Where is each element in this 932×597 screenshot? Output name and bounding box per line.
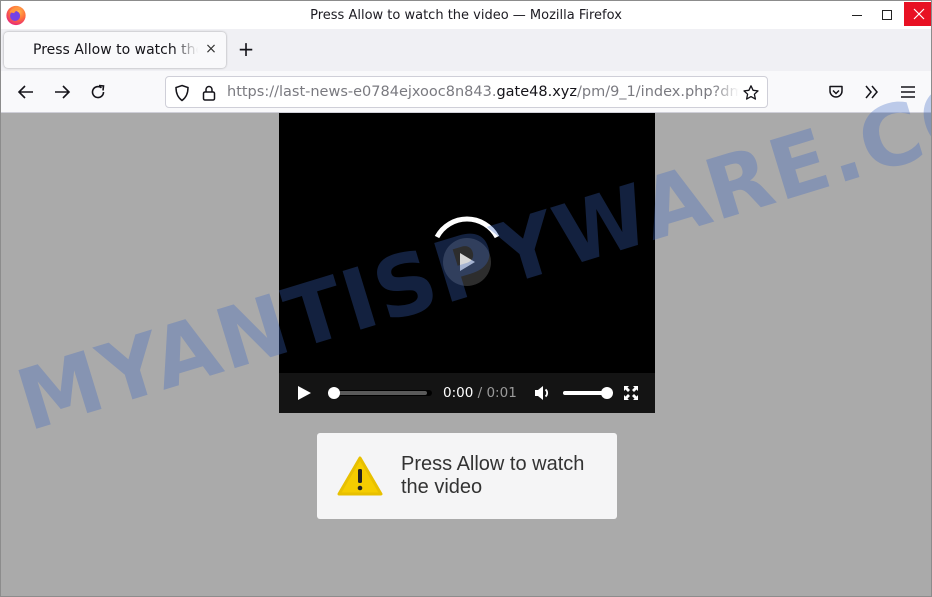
lock-icon bbox=[202, 85, 216, 101]
maximize-icon bbox=[882, 10, 892, 20]
pocket-button[interactable] bbox=[824, 80, 848, 104]
pocket-icon bbox=[829, 85, 843, 98]
tracking-protection-button[interactable] bbox=[173, 84, 191, 102]
hamburger-menu-icon bbox=[901, 86, 915, 98]
tab-close-button[interactable]: × bbox=[202, 40, 220, 58]
browser-window: Press Allow to watch the video — Mozilla… bbox=[0, 0, 932, 597]
url-prefix: https://last-news-e0784ejxooc8n843. bbox=[227, 84, 497, 100]
title-bar: Press Allow to watch the video — Mozilla… bbox=[1, 1, 931, 29]
arrow-right-icon bbox=[55, 85, 71, 99]
reload-icon bbox=[91, 84, 105, 99]
minimize-button[interactable] bbox=[841, 1, 873, 29]
app-menu-button[interactable] bbox=[896, 80, 920, 104]
bookmark-button[interactable] bbox=[741, 83, 761, 103]
page-content: 0:00 / 0:01 Press Allow to watch the vid… bbox=[1, 113, 931, 596]
fullscreen-button[interactable] bbox=[623, 385, 639, 401]
back-button[interactable] bbox=[14, 80, 38, 104]
star-icon bbox=[743, 85, 759, 100]
volume-slider[interactable] bbox=[563, 387, 613, 399]
video-player[interactable]: 0:00 / 0:01 bbox=[279, 113, 655, 413]
current-time: 0:00 bbox=[443, 385, 474, 401]
site-info-button[interactable] bbox=[200, 84, 218, 102]
url-bar[interactable]: https://last-news-e0784ejxooc8n843.gate4… bbox=[165, 76, 768, 108]
time-separator: / bbox=[473, 385, 487, 401]
minimize-icon bbox=[852, 15, 862, 16]
warning-icon bbox=[337, 456, 383, 496]
big-play-button[interactable] bbox=[443, 238, 491, 286]
shield-icon bbox=[175, 84, 189, 102]
chevron-double-right-icon bbox=[865, 85, 878, 99]
duration: 0:01 bbox=[486, 385, 517, 401]
new-tab-button[interactable]: + bbox=[235, 38, 257, 60]
navigation-bar: https://last-news-e0784ejxooc8n843.gate4… bbox=[1, 71, 931, 113]
overflow-menu-button[interactable] bbox=[860, 80, 884, 104]
url-suffix: /pm/9_1/index.php?dm bbox=[576, 84, 739, 100]
buffered-bar bbox=[328, 391, 427, 395]
tab-bar: Press Allow to watch the video × + bbox=[1, 29, 931, 71]
url-host: gate48.xyz bbox=[496, 84, 577, 100]
tab-title: Press Allow to watch the video bbox=[33, 42, 198, 58]
seek-thumb[interactable] bbox=[328, 387, 340, 399]
seek-slider[interactable] bbox=[328, 387, 432, 399]
forward-button[interactable] bbox=[50, 80, 74, 104]
play-button[interactable] bbox=[296, 385, 312, 401]
allow-notice: Press Allow to watch the video bbox=[317, 433, 617, 519]
notice-message: Press Allow to watch the video bbox=[401, 453, 585, 498]
play-icon bbox=[460, 253, 475, 271]
close-window-button[interactable] bbox=[904, 2, 931, 26]
volume-thumb[interactable] bbox=[601, 387, 613, 399]
arrow-left-icon bbox=[17, 85, 33, 99]
mute-button[interactable] bbox=[534, 384, 552, 402]
url-text[interactable]: https://last-news-e0784ejxooc8n843.gate4… bbox=[227, 84, 739, 100]
close-icon bbox=[913, 8, 924, 20]
time-display: 0:00 / 0:01 bbox=[443, 385, 517, 401]
maximize-button[interactable] bbox=[871, 1, 903, 29]
video-controls: 0:00 / 0:01 bbox=[279, 373, 655, 413]
window-title: Press Allow to watch the video — Mozilla… bbox=[310, 8, 622, 23]
tab-active[interactable]: Press Allow to watch the video × bbox=[4, 32, 226, 68]
reload-button[interactable] bbox=[86, 80, 110, 104]
